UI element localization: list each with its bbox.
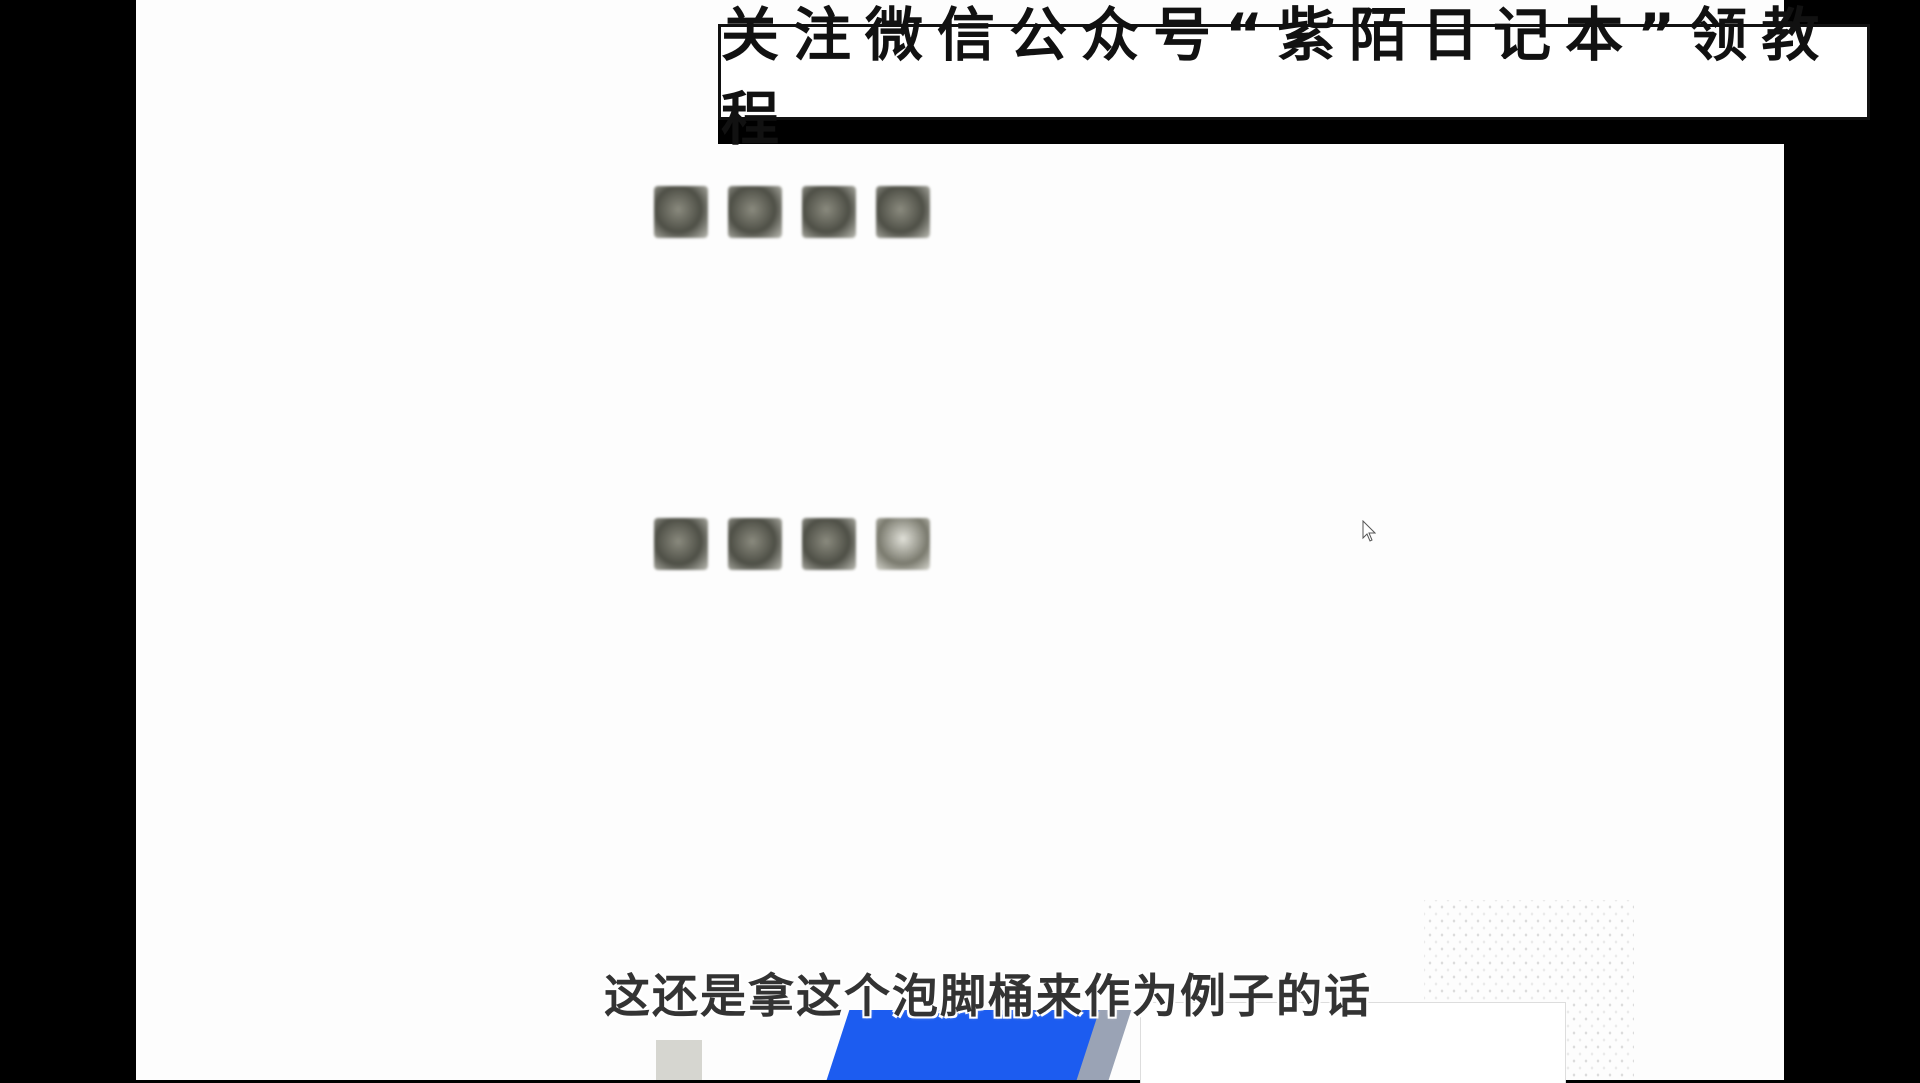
review-photo[interactable]	[876, 186, 930, 238]
review-photos	[654, 186, 930, 238]
review-photo[interactable]	[876, 518, 930, 570]
review-photo[interactable]	[654, 186, 708, 238]
promo-banner: 关注微信公众号“紫陌日记本”领教程	[718, 1, 1870, 153]
review-photo[interactable]	[802, 186, 856, 238]
review-page	[136, 0, 1784, 1080]
review-photo[interactable]	[802, 518, 856, 570]
mouse-pointer-icon	[1362, 520, 1376, 542]
review-photo[interactable]	[728, 518, 782, 570]
image-placeholder	[656, 1040, 702, 1080]
promo-banner-text: 关注微信公众号“紫陌日记本”领教程	[721, 1, 1834, 153]
review-photo[interactable]	[654, 518, 708, 570]
video-subtitle: 这还是拿这个泡脚桶来作为例子的话	[604, 969, 1372, 1023]
review-photo[interactable]	[728, 186, 782, 238]
review-photos	[654, 518, 930, 570]
